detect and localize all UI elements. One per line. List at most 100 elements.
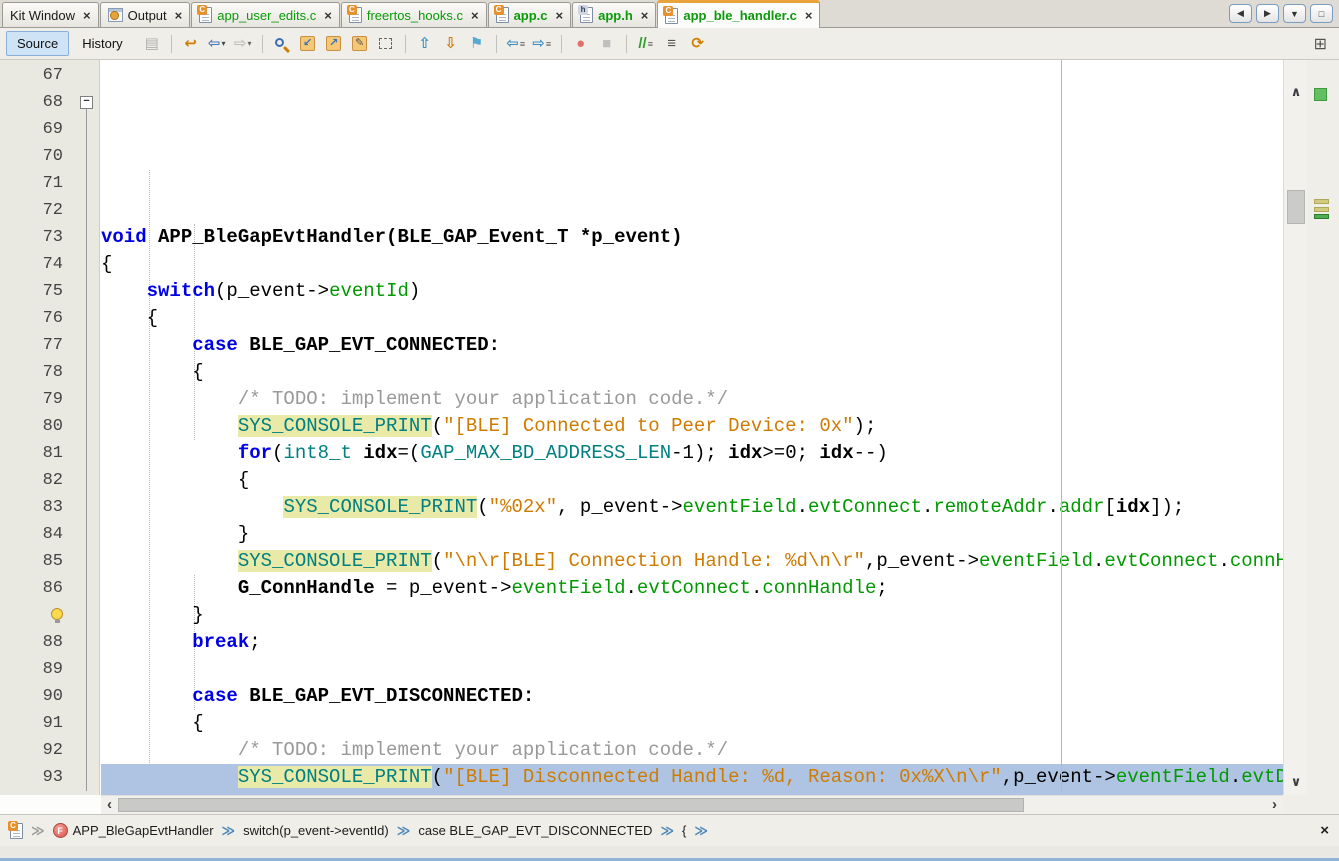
find-selection-icon[interactable] <box>270 33 294 55</box>
toggle-bookmark-icon[interactable]: ⚑ <box>465 33 489 55</box>
code-line-77[interactable]: SYS_CONSOLE_PRINT("%02x", p_event->event… <box>101 494 1283 521</box>
occurrence-mark[interactable] <box>1314 199 1329 204</box>
code-line-79[interactable]: SYS_CONSOLE_PRINT("\n\r[BLE] Connection … <box>101 548 1283 575</box>
scroll-down-icon[interactable]: ∨ <box>1284 774 1308 790</box>
code-line-70[interactable]: { <box>101 305 1283 332</box>
toggle-highlight-search-icon[interactable]: ✎ <box>348 33 372 55</box>
shift-line-right-icon[interactable]: ⇨≡ <box>530 33 554 55</box>
tab-close-icon[interactable]: × <box>471 10 479 21</box>
code-fold-collapse-icon[interactable]: − <box>80 96 93 109</box>
code-line-88[interactable]: p_event->eventField.evtDisconnect.reason… <box>101 791 1283 795</box>
gutter-line-80[interactable]: 80 <box>0 413 99 440</box>
gutter-line-75[interactable]: 75 <box>0 278 99 305</box>
scroll-tabs-left-button[interactable]: ◀ <box>1229 4 1252 23</box>
tab-app.h[interactable]: app.h× <box>572 2 656 27</box>
split-editor-icon[interactable]: ⊞ <box>1314 34 1333 54</box>
breadcrumb-item[interactable]: case BLE_GAP_EVT_DISCONNECTED <box>418 823 652 838</box>
gutter-line-93[interactable]: 93 <box>0 764 99 791</box>
gutter-line-67[interactable]: 67 <box>0 62 99 89</box>
tab-app_ble_handler.c[interactable]: app_ble_handler.c× <box>657 0 820 28</box>
previous-bookmark-icon[interactable]: ⇧ <box>413 33 437 55</box>
code-line-73[interactable]: /* TODO: implement your application code… <box>101 386 1283 413</box>
breadcrumb-item[interactable]: FAPP_BleGapEvtHandler <box>53 823 214 838</box>
last-edit-icon[interactable]: ↩ <box>179 33 203 55</box>
gutter-line-74[interactable]: 74 <box>0 251 99 278</box>
vertical-scrollbar[interactable]: ∧ ∨ <box>1283 60 1307 795</box>
code-line-75[interactable]: for(int8_t idx=(GAP_MAX_BD_ADDRESS_LEN-1… <box>101 440 1283 467</box>
tab-close-icon[interactable]: × <box>556 10 564 21</box>
current-line-mark[interactable] <box>1314 214 1329 219</box>
tab-app_user_edits.c[interactable]: app_user_edits.c× <box>191 2 340 27</box>
tab-close-icon[interactable]: × <box>83 10 91 21</box>
gutter-line-71[interactable]: 71 <box>0 170 99 197</box>
source-view-button[interactable]: Source <box>6 31 69 56</box>
code-line-67[interactable]: void APP_BleGapEvtHandler(BLE_GAP_Event_… <box>101 224 1283 251</box>
occurrence-mark[interactable] <box>1314 207 1329 212</box>
gutter-line-78[interactable]: 78 <box>0 359 99 386</box>
tab-freertos_hooks.c[interactable]: freertos_hooks.c× <box>341 2 487 27</box>
gutter-line-70[interactable]: 70 <box>0 143 99 170</box>
scroll-up-icon[interactable]: ∧ <box>1284 84 1308 100</box>
breadcrumb-close-icon[interactable]: × <box>1320 822 1329 839</box>
code-line-72[interactable]: { <box>101 359 1283 386</box>
gutter-line-69[interactable]: 69 <box>0 116 99 143</box>
gutter-line-85[interactable]: 85 <box>0 548 99 575</box>
gutter-line-90[interactable]: 90 <box>0 683 99 710</box>
code-line-69[interactable]: switch(p_event->eventId) <box>101 278 1283 305</box>
tab-app.c[interactable]: app.c× <box>488 2 572 27</box>
gutter-line-81[interactable]: 81 <box>0 440 99 467</box>
code-line-82[interactable]: break; <box>101 629 1283 656</box>
tab-list-dropdown-button[interactable]: ▼ <box>1283 4 1306 23</box>
scroll-right-icon[interactable]: › <box>1266 796 1283 815</box>
gutter-line-77[interactable]: 77 <box>0 332 99 359</box>
gutter-line-91[interactable]: 91 <box>0 710 99 737</box>
gutter-line-89[interactable]: 89 <box>0 656 99 683</box>
tab-close-icon[interactable]: × <box>641 10 649 21</box>
scroll-tabs-right-button[interactable]: ▶ <box>1256 4 1279 23</box>
gutter-line-82[interactable]: 82 <box>0 467 99 494</box>
code-line-86[interactable]: /* TODO: implement your application code… <box>101 737 1283 764</box>
gutter-line-72[interactable]: 72 <box>0 197 99 224</box>
next-bookmark-icon[interactable]: ⇩ <box>439 33 463 55</box>
gutter-line-79[interactable]: 79 <box>0 386 99 413</box>
code-line-80[interactable]: G_ConnHandle = p_event->eventField.evtCo… <box>101 575 1283 602</box>
vertical-scrollbar-thumb[interactable] <box>1287 190 1305 224</box>
gutter-line-88[interactable]: 88 <box>0 629 99 656</box>
uncomment-icon[interactable]: ≡ <box>660 33 684 55</box>
toggle-header-source-icon[interactable]: ⟳ <box>686 33 710 55</box>
maximize-window-button[interactable]: □ <box>1310 4 1333 23</box>
gutter-line-86[interactable]: 86 <box>0 575 99 602</box>
code-line-71[interactable]: case BLE_GAP_EVT_CONNECTED: <box>101 332 1283 359</box>
horizontal-scrollbar-thumb[interactable] <box>118 798 1024 812</box>
file-status-ok[interactable] <box>1314 88 1327 101</box>
tab-Kit Window[interactable]: Kit Window× <box>2 2 99 27</box>
gutter-line-84[interactable]: 84 <box>0 521 99 548</box>
find-next-occurrence-icon[interactable]: ↙ <box>296 33 320 55</box>
gutter-line-92[interactable]: 92 <box>0 737 99 764</box>
hint-lightbulb-icon[interactable] <box>51 608 63 620</box>
rectangular-selection-icon[interactable] <box>374 33 398 55</box>
code-line-85[interactable]: { <box>101 710 1283 737</box>
code-line-83[interactable] <box>101 656 1283 683</box>
breadcrumb-item[interactable]: switch(p_event->eventId) <box>243 823 389 838</box>
scroll-left-icon[interactable]: ‹ <box>101 796 118 815</box>
back-icon[interactable]: ⇦▾ <box>205 33 229 55</box>
start-macro-recording-icon[interactable]: ● <box>569 33 593 55</box>
code-line-76[interactable]: { <box>101 467 1283 494</box>
history-view-button[interactable]: History <box>71 31 133 56</box>
tab-close-icon[interactable]: × <box>175 10 183 21</box>
gutter-line-83[interactable]: 83 <box>0 494 99 521</box>
find-previous-occurrence-icon[interactable]: ↗ <box>322 33 346 55</box>
tab-Output[interactable]: Output× <box>100 2 191 27</box>
shift-line-left-icon[interactable]: ⇦≡ <box>504 33 528 55</box>
tab-close-icon[interactable]: × <box>805 10 813 21</box>
code-line-78[interactable]: } <box>101 521 1283 548</box>
code-line-84[interactable]: case BLE_GAP_EVT_DISCONNECTED: <box>101 683 1283 710</box>
tab-close-icon[interactable]: × <box>324 10 332 21</box>
gutter-line-87[interactable] <box>0 602 99 629</box>
horizontal-scrollbar[interactable]: ‹ › <box>101 795 1283 814</box>
comment-icon[interactable]: //≡ <box>634 33 658 55</box>
gutter-line-76[interactable]: 76 <box>0 305 99 332</box>
code-line-87[interactable]: SYS_CONSOLE_PRINT("[BLE] Disconnected Ha… <box>101 764 1283 791</box>
gutter-line-73[interactable]: 73 <box>0 224 99 251</box>
